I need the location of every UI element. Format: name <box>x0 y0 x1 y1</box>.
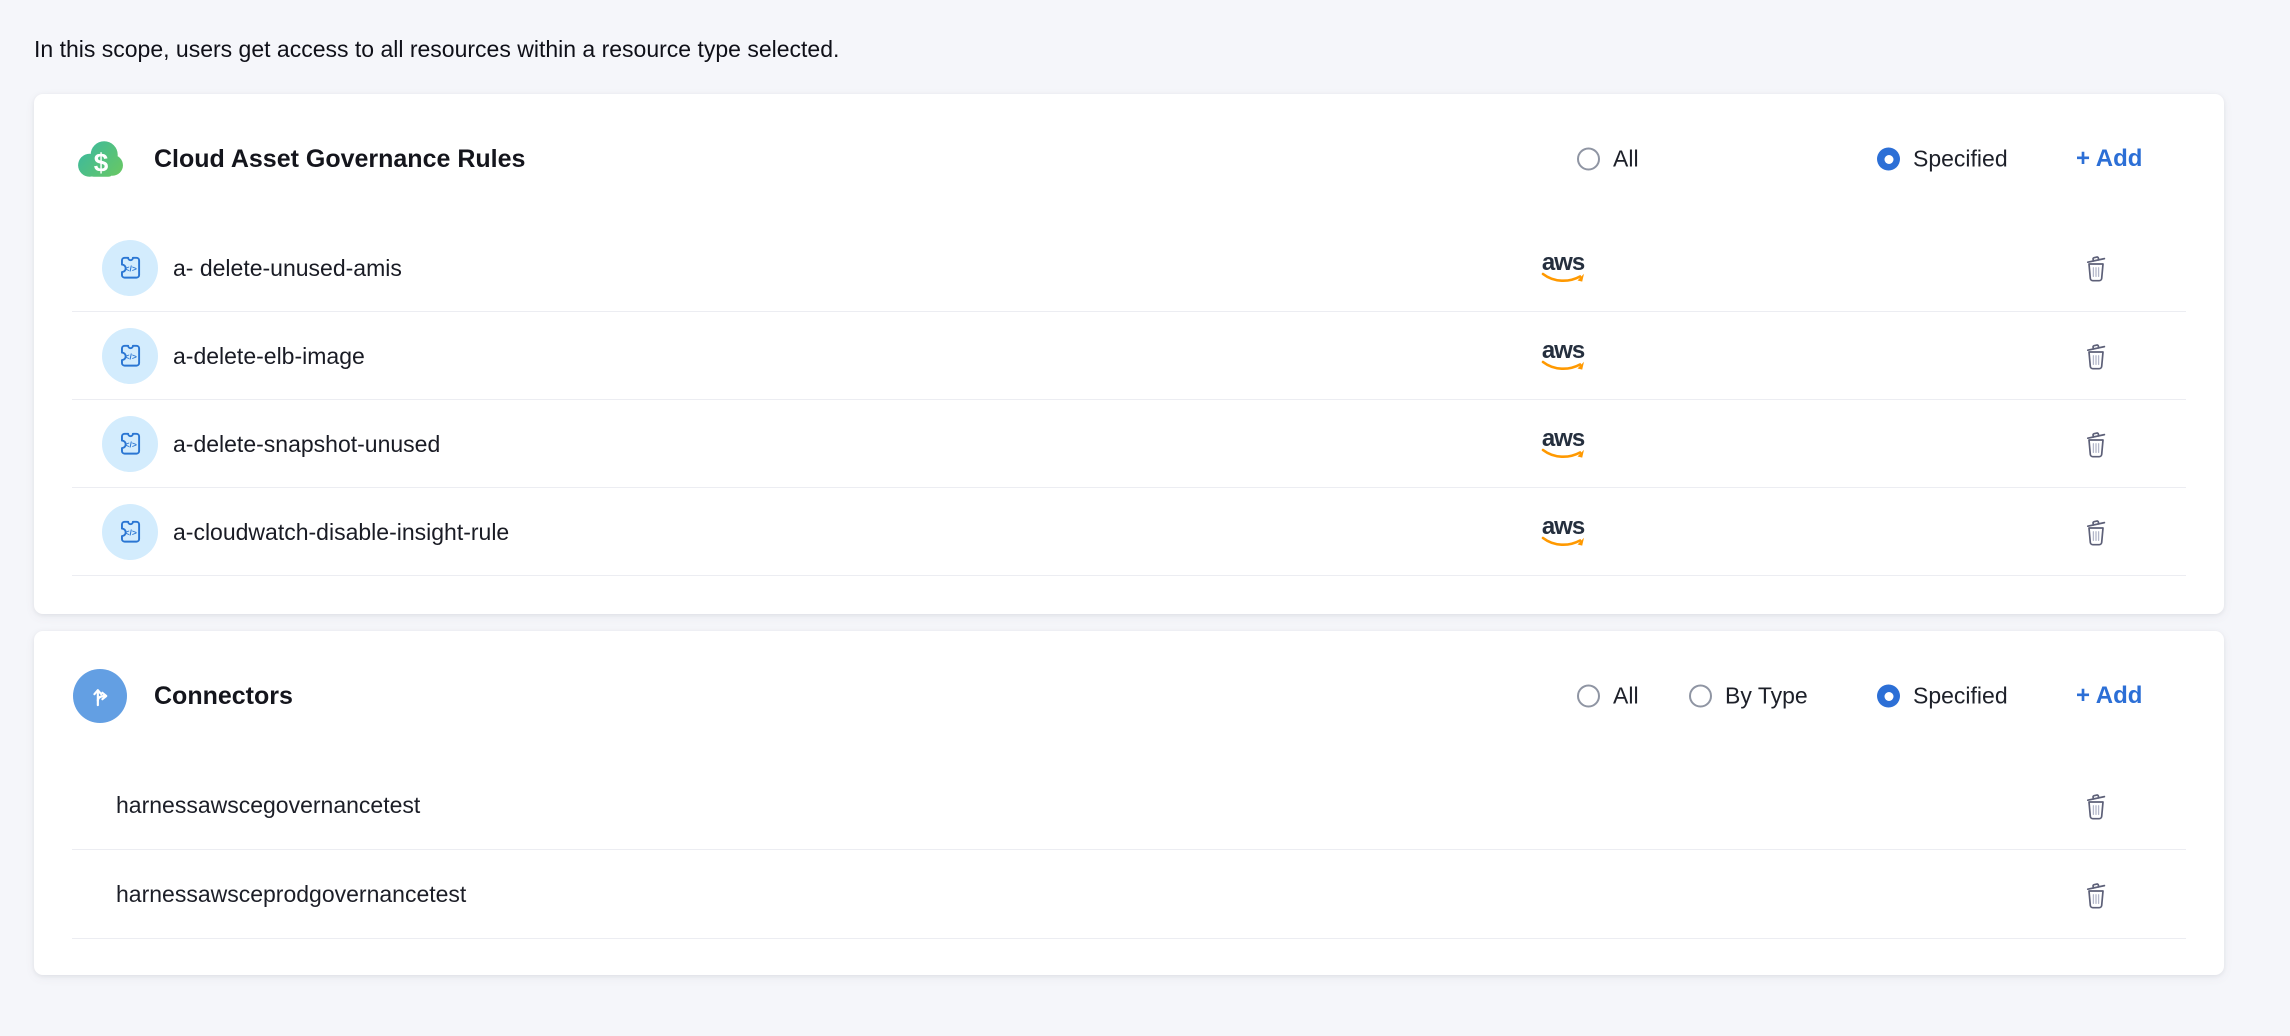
governance-card-header: $ Cloud Asset Governance Rules All Speci… <box>34 94 2224 224</box>
delete-connector-button[interactable] <box>2080 878 2112 912</box>
svg-text:</>: </> <box>125 263 137 273</box>
resource-scope-page: In this scope, users get access to all r… <box>0 0 2290 1036</box>
svg-text:$: $ <box>94 148 109 178</box>
radio-selected-icon <box>1877 685 1900 708</box>
governance-rules-card: $ Cloud Asset Governance Rules All Speci… <box>34 94 2224 614</box>
rule-row: </> a- delete-unused-amis aws <box>34 224 2224 312</box>
rule-name: a-delete-snapshot-unused <box>173 431 440 458</box>
rule-name: a-cloudwatch-disable-insight-rule <box>173 519 509 546</box>
connector-name: harnessawscegovernancetest <box>116 792 420 819</box>
connectors-radio-all[interactable]: All <box>1577 683 1639 710</box>
radio-label: All <box>1613 683 1639 710</box>
delete-rule-button[interactable] <box>2080 427 2112 461</box>
rule-name: a-delete-elb-image <box>173 343 365 370</box>
svg-text:</>: </> <box>125 527 137 537</box>
delete-rule-button[interactable] <box>2080 339 2112 373</box>
policy-script-icon: </> <box>102 328 158 384</box>
aws-logo-icon: aws <box>1540 427 1586 461</box>
svg-text:</>: </> <box>125 351 137 361</box>
governance-rules-list: </> a- delete-unused-amis aws <box>34 224 2224 576</box>
radio-label: Specified <box>1913 683 2008 710</box>
connectors-card-title: Connectors <box>154 682 293 711</box>
governance-radio-all[interactable]: All <box>1577 146 1639 173</box>
aws-logo-icon: aws <box>1540 339 1586 373</box>
rule-row: </> a-cloudwatch-disable-insight-rule aw… <box>34 488 2224 576</box>
rule-row: </> a-delete-snapshot-unused aws <box>34 400 2224 488</box>
governance-radio-specified[interactable]: Specified <box>1877 146 2008 173</box>
connectors-card: Connectors All By Type Specified + Add h… <box>34 631 2224 975</box>
radio-label: By Type <box>1725 683 1808 710</box>
cloud-dollar-icon: $ <box>72 131 128 187</box>
governance-add-button[interactable]: + Add <box>2076 145 2142 173</box>
aws-logo-icon: aws <box>1540 515 1586 549</box>
delete-rule-button[interactable] <box>2080 251 2112 285</box>
connectors-radio-specified[interactable]: Specified <box>1877 683 2008 710</box>
radio-selected-icon <box>1877 148 1900 171</box>
delete-rule-button[interactable] <box>2080 515 2112 549</box>
policy-script-icon: </> <box>102 240 158 296</box>
governance-card-title: Cloud Asset Governance Rules <box>154 145 525 174</box>
policy-script-icon: </> <box>102 504 158 560</box>
connector-row: harnessawsceprodgovernancetest <box>34 850 2224 939</box>
radio-label: All <box>1613 146 1639 173</box>
radio-circle-icon <box>1689 685 1712 708</box>
aws-logo-icon: aws <box>1540 251 1586 285</box>
radio-circle-icon <box>1577 685 1600 708</box>
branch-arrows-icon <box>72 668 128 724</box>
rule-name: a- delete-unused-amis <box>173 255 402 282</box>
delete-connector-button[interactable] <box>2080 789 2112 823</box>
connector-name: harnessawsceprodgovernancetest <box>116 881 466 908</box>
connectors-list: harnessawscegovernancetest harnessawscep… <box>34 761 2224 939</box>
connector-row: harnessawscegovernancetest <box>34 761 2224 850</box>
connectors-add-button[interactable]: + Add <box>2076 682 2142 710</box>
rule-row: </> a-delete-elb-image aws <box>34 312 2224 400</box>
radio-circle-icon <box>1577 148 1600 171</box>
policy-script-icon: </> <box>102 416 158 472</box>
connectors-card-header: Connectors All By Type Specified + Add <box>34 631 2224 761</box>
radio-label: Specified <box>1913 146 2008 173</box>
scope-description: In this scope, users get access to all r… <box>34 36 839 63</box>
connectors-radio-by-type[interactable]: By Type <box>1689 683 1808 710</box>
svg-text:</>: </> <box>125 439 137 449</box>
